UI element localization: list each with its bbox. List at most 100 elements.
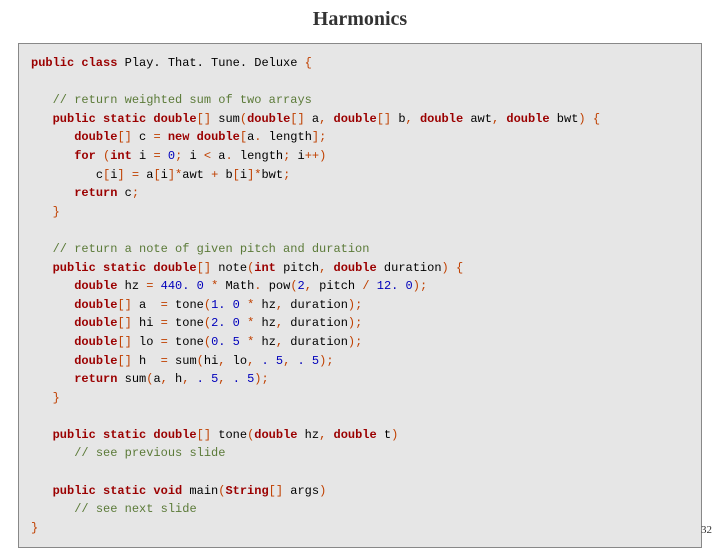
op: , xyxy=(182,372,189,386)
kw: public static double xyxy=(53,261,197,275)
kw: String xyxy=(225,484,268,498)
kw: double xyxy=(74,316,117,330)
txt: c xyxy=(117,186,131,200)
op: ( xyxy=(204,335,211,349)
kw: double xyxy=(334,261,377,275)
txt: bwt xyxy=(261,168,283,182)
txt: b xyxy=(391,112,405,126)
op: [] xyxy=(197,428,211,442)
op: ; xyxy=(283,168,290,182)
page-number: 32 xyxy=(701,524,712,536)
txt: tone xyxy=(168,298,204,312)
txt: tone xyxy=(168,316,204,330)
kw: for xyxy=(74,149,96,163)
comment: // return weighted sum of two arrays xyxy=(53,93,312,107)
op: / xyxy=(362,279,369,293)
op: ]* xyxy=(168,168,182,182)
txt: i xyxy=(290,149,304,163)
op: , xyxy=(406,112,413,126)
txt: hz xyxy=(254,298,276,312)
op: = xyxy=(132,168,139,182)
txt: c xyxy=(96,168,103,182)
txt: i xyxy=(182,149,204,163)
comment: // see next slide xyxy=(74,502,196,516)
num: 1. 0 xyxy=(211,298,240,312)
txt: sum xyxy=(168,354,197,368)
kw: double xyxy=(254,428,297,442)
op: = xyxy=(161,298,168,312)
txt: h xyxy=(132,354,161,368)
txt: pitch xyxy=(312,279,362,293)
txt: Math xyxy=(218,279,254,293)
kw: int xyxy=(110,149,132,163)
txt: hi xyxy=(132,316,161,330)
kw: new double xyxy=(168,130,240,144)
op: } xyxy=(31,521,38,535)
op: [] xyxy=(117,130,131,144)
num: . 5 xyxy=(233,372,255,386)
num: 12. 0 xyxy=(377,279,413,293)
txt: main xyxy=(182,484,218,498)
op: , xyxy=(161,372,168,386)
op: ); xyxy=(413,279,427,293)
kw: public static double xyxy=(53,428,197,442)
op: , xyxy=(492,112,499,126)
txt: a xyxy=(132,298,161,312)
num: . 5 xyxy=(262,354,284,368)
num: 0 xyxy=(168,149,175,163)
op: ) xyxy=(391,428,398,442)
txt: sum xyxy=(117,372,146,386)
txt: h xyxy=(168,372,182,386)
txt: duration xyxy=(283,316,348,330)
txt: duration xyxy=(283,298,348,312)
kw: double xyxy=(420,112,463,126)
op: [] xyxy=(117,298,131,312)
kw: double xyxy=(334,112,377,126)
op: ); xyxy=(319,354,333,368)
txt: a xyxy=(211,149,225,163)
kw: double xyxy=(334,428,377,442)
op: = xyxy=(161,316,168,330)
op: = xyxy=(161,354,168,368)
comment: // return a note of given pitch and dura… xyxy=(53,242,370,256)
op: , xyxy=(218,372,225,386)
txt: hz xyxy=(254,335,276,349)
op: ( xyxy=(290,279,297,293)
txt: length xyxy=(269,130,312,144)
txt: hz xyxy=(117,279,146,293)
op: ); xyxy=(254,372,268,386)
op: ( xyxy=(204,298,211,312)
op: , xyxy=(319,261,326,275)
num: 0. 5 xyxy=(211,335,240,349)
txt: Play. That. Tune. Deluxe xyxy=(117,56,304,70)
txt: lo xyxy=(225,354,247,368)
code-block: public class Play. That. Tune. Deluxe { … xyxy=(18,43,702,548)
op: } xyxy=(53,205,60,219)
txt: hz xyxy=(297,428,319,442)
op: , xyxy=(319,112,326,126)
num: 440. 0 xyxy=(161,279,204,293)
num: 2. 0 xyxy=(211,316,240,330)
op: ]; xyxy=(312,130,326,144)
txt: args xyxy=(283,484,319,498)
op: ); xyxy=(348,298,362,312)
op: { xyxy=(593,112,600,126)
num: . 5 xyxy=(298,354,320,368)
op: [] xyxy=(117,316,131,330)
op: ; xyxy=(132,186,139,200)
kw: public class xyxy=(31,56,117,70)
kw: double xyxy=(74,279,117,293)
op: [ xyxy=(233,168,240,182)
op: ++) xyxy=(305,149,327,163)
op: ( xyxy=(240,112,247,126)
op: = xyxy=(153,130,160,144)
txt: b xyxy=(218,168,232,182)
op: [] xyxy=(197,112,211,126)
page-title: Harmonics xyxy=(0,0,720,43)
op: [] xyxy=(290,112,304,126)
kw: double xyxy=(74,130,117,144)
op: } xyxy=(53,391,60,405)
op: ); xyxy=(348,335,362,349)
op: < xyxy=(204,149,211,163)
op: , xyxy=(283,354,290,368)
